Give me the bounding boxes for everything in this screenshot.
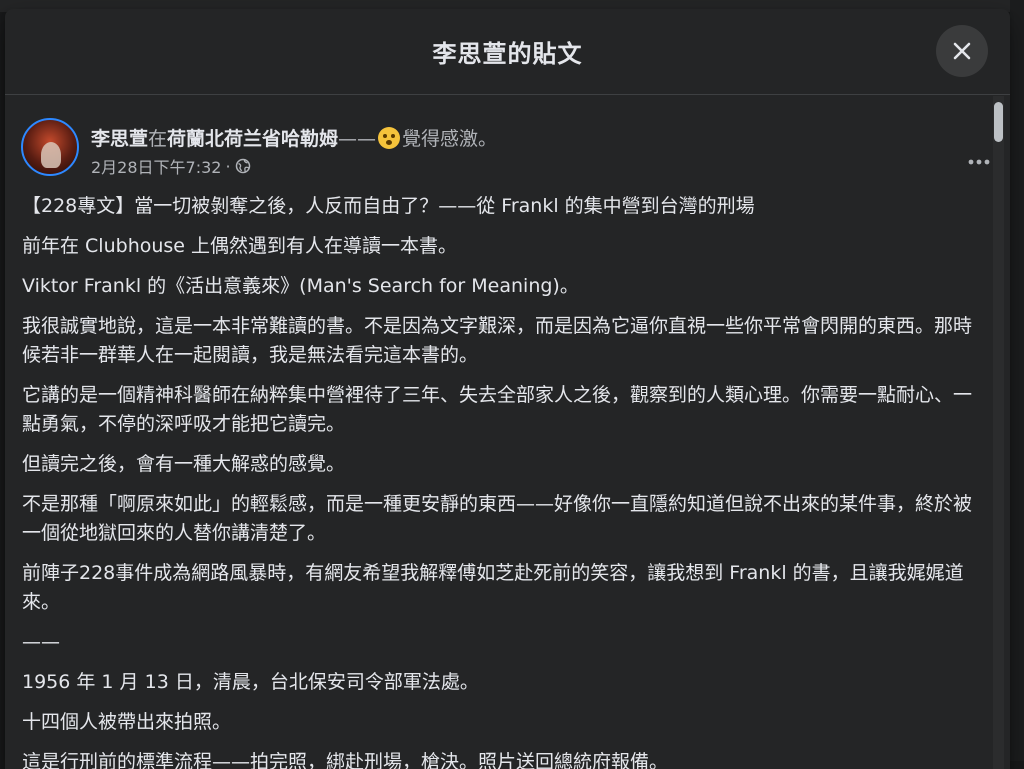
feeling-text: 覺得感激。: [402, 128, 498, 150]
at-word: 在: [148, 128, 168, 150]
modal-title: 李思萱的貼文: [432, 40, 583, 68]
avatar[interactable]: [21, 118, 79, 176]
close-button[interactable]: [936, 25, 988, 77]
post-paragraph: 十四個人被帶出來拍照。: [22, 711, 232, 733]
section-divider: ——: [22, 631, 60, 653]
post-timestamp[interactable]: 2月28日下午7:32: [91, 154, 221, 178]
post-paragraph: 這是行刑前的標準流程——拍完照，綁赴刑場，槍決。照片送回總統府報備。: [22, 751, 669, 769]
grateful-emoji-icon: [378, 127, 401, 149]
background-right-strip: [1010, 0, 1024, 761]
author-line: 李思萱在荷蘭北荷兰省哈勒姆—— 覺得感激。: [91, 124, 497, 151]
post-modal: 李思萱的貼文 李思萱在荷蘭北荷兰省哈勒姆—— 覺得感激。 2月28日下午7:32 …: [5, 9, 1010, 769]
post-paragraph: Viktor Frankl 的《活出意義來》(Man's Search for …: [22, 275, 579, 297]
post-scroll-area[interactable]: 李思萱在荷蘭北荷兰省哈勒姆—— 覺得感激。 2月28日下午7:32 · 【228專…: [5, 96, 1010, 769]
close-icon: [953, 42, 971, 60]
place-name[interactable]: 荷蘭北荷兰省哈勒姆: [167, 128, 338, 150]
post-body: 【228專文】當一切被剝奪之後，人反而自由了？——從 Frankl 的集中營到台…: [22, 192, 990, 769]
post-header: 李思萱在荷蘭北荷兰省哈勒姆—— 覺得感激。 2月28日下午7:32 ·: [21, 118, 990, 177]
post-paragraph: 1956 年 1 月 13 日，清晨，台北保安司令部軍法處。: [22, 671, 479, 693]
more-options-button[interactable]: [961, 144, 997, 180]
scrollbar-track[interactable]: [993, 96, 1004, 769]
scrollbar-thumb[interactable]: [994, 102, 1003, 142]
meta-separator: ·: [225, 156, 231, 176]
post-meta: 2月28日下午7:32 ·: [91, 154, 251, 178]
dash: ——: [338, 128, 377, 150]
globe-icon[interactable]: [235, 158, 251, 174]
more-dots-icon: [968, 159, 990, 165]
post-paragraph: 前年在 Clubhouse 上偶然遇到有人在導讀一本書。: [22, 235, 458, 257]
post-paragraph: 它講的是一個精神科醫師在納粹集中營裡待了三年、失去全部家人之後，觀察到的人類心理…: [22, 384, 973, 435]
post-paragraph: 但讀完之後，會有一種大解惑的感覺。: [22, 453, 346, 475]
author-name[interactable]: 李思萱: [91, 128, 148, 150]
post-paragraph: 我很誠實地說，這是一本非常難讀的書。不是因為文字艱深，而是因為它逼你直視一些你平…: [22, 315, 973, 366]
post-paragraph: 【228專文】當一切被剝奪之後，人反而自由了？——從 Frankl 的集中營到台…: [22, 195, 755, 217]
post-paragraph: 前陣子228事件成為網路風暴時，有網友希望我解釋傅如芝赴死前的笑容，讓我想到 F…: [22, 562, 964, 613]
modal-header: 李思萱的貼文: [5, 9, 1010, 95]
post-paragraph: 不是那種「啊原來如此」的輕鬆感，而是一種更安靜的東西——好像你一直隱約知道但說不…: [22, 493, 973, 544]
